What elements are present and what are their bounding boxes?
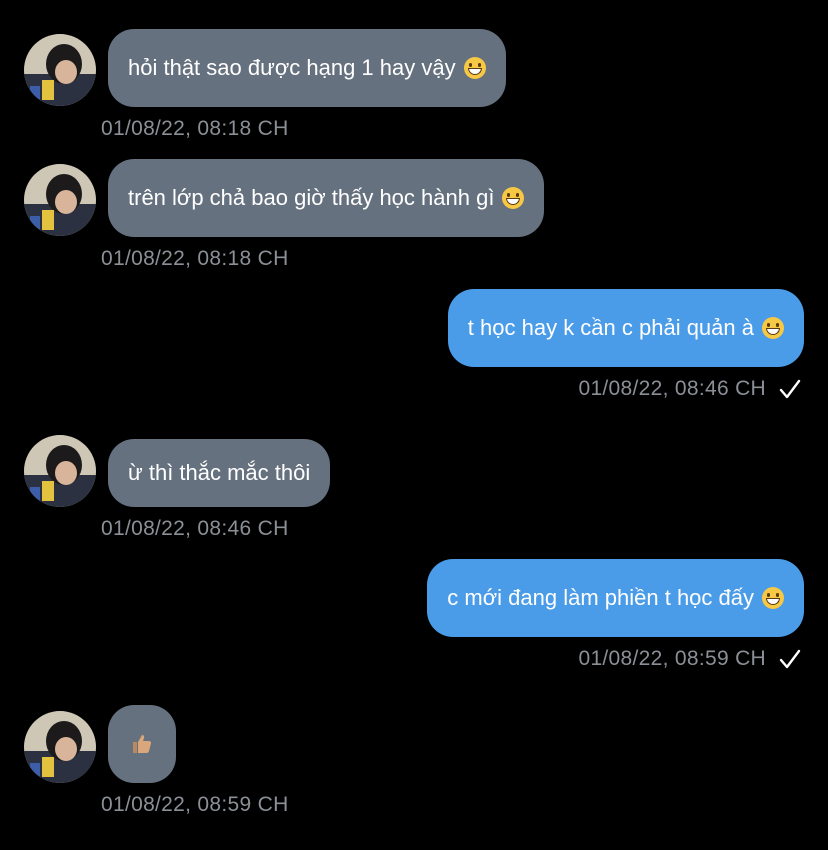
grinning-face-icon — [463, 57, 486, 79]
message-bubble-outgoing[interactable]: c mới đang làm phiền t học đấy — [427, 559, 804, 637]
message-text: t học hay k cần c phải quản à — [467, 315, 754, 340]
message-timestamp: 01/08/22, 08:46 CH — [578, 377, 766, 400]
grinning-face-icon — [762, 317, 784, 339]
message-bubble-incoming[interactable]: ừ thì thắc mắc thôi — [108, 439, 331, 507]
avatar[interactable] — [24, 164, 96, 236]
message-timestamp: 01/08/22, 08:18 CH — [101, 247, 289, 270]
grinning-face-icon — [502, 187, 525, 209]
message-text: trên lớp chả bao giờ thấy học hành gì — [128, 185, 495, 210]
message-text: ừ thì thắc mắc thôi — [128, 460, 311, 485]
thumbs-up-icon — [133, 735, 152, 753]
sent-check-icon — [779, 379, 801, 399]
message-timestamp: 01/08/22, 08:18 CH — [101, 117, 289, 140]
message-text: hỏi thật sao được hạng 1 hay vậy — [128, 55, 456, 80]
message-bubble-incoming[interactable] — [108, 705, 176, 783]
message-bubble-incoming[interactable]: trên lớp chả bao giờ thấy học hành gì — [108, 159, 545, 237]
message-text: c mới đang làm phiền t học đấy — [447, 585, 754, 610]
grinning-face-icon — [762, 587, 784, 609]
avatar[interactable] — [24, 34, 96, 106]
avatar[interactable] — [24, 711, 96, 783]
avatar[interactable] — [24, 435, 96, 507]
message-bubble-outgoing[interactable]: t học hay k cần c phải quản à — [447, 289, 804, 367]
message-timestamp: 01/08/22, 08:46 CH — [101, 517, 289, 540]
sent-check-icon — [779, 649, 801, 669]
message-timestamp: 01/08/22, 08:59 CH — [101, 793, 289, 816]
chat-thread: hỏi thật sao được hạng 1 hay vậy 01/08/2… — [0, 0, 828, 850]
message-bubble-incoming[interactable]: hỏi thật sao được hạng 1 hay vậy — [108, 29, 506, 107]
message-timestamp: 01/08/22, 08:59 CH — [578, 647, 766, 670]
